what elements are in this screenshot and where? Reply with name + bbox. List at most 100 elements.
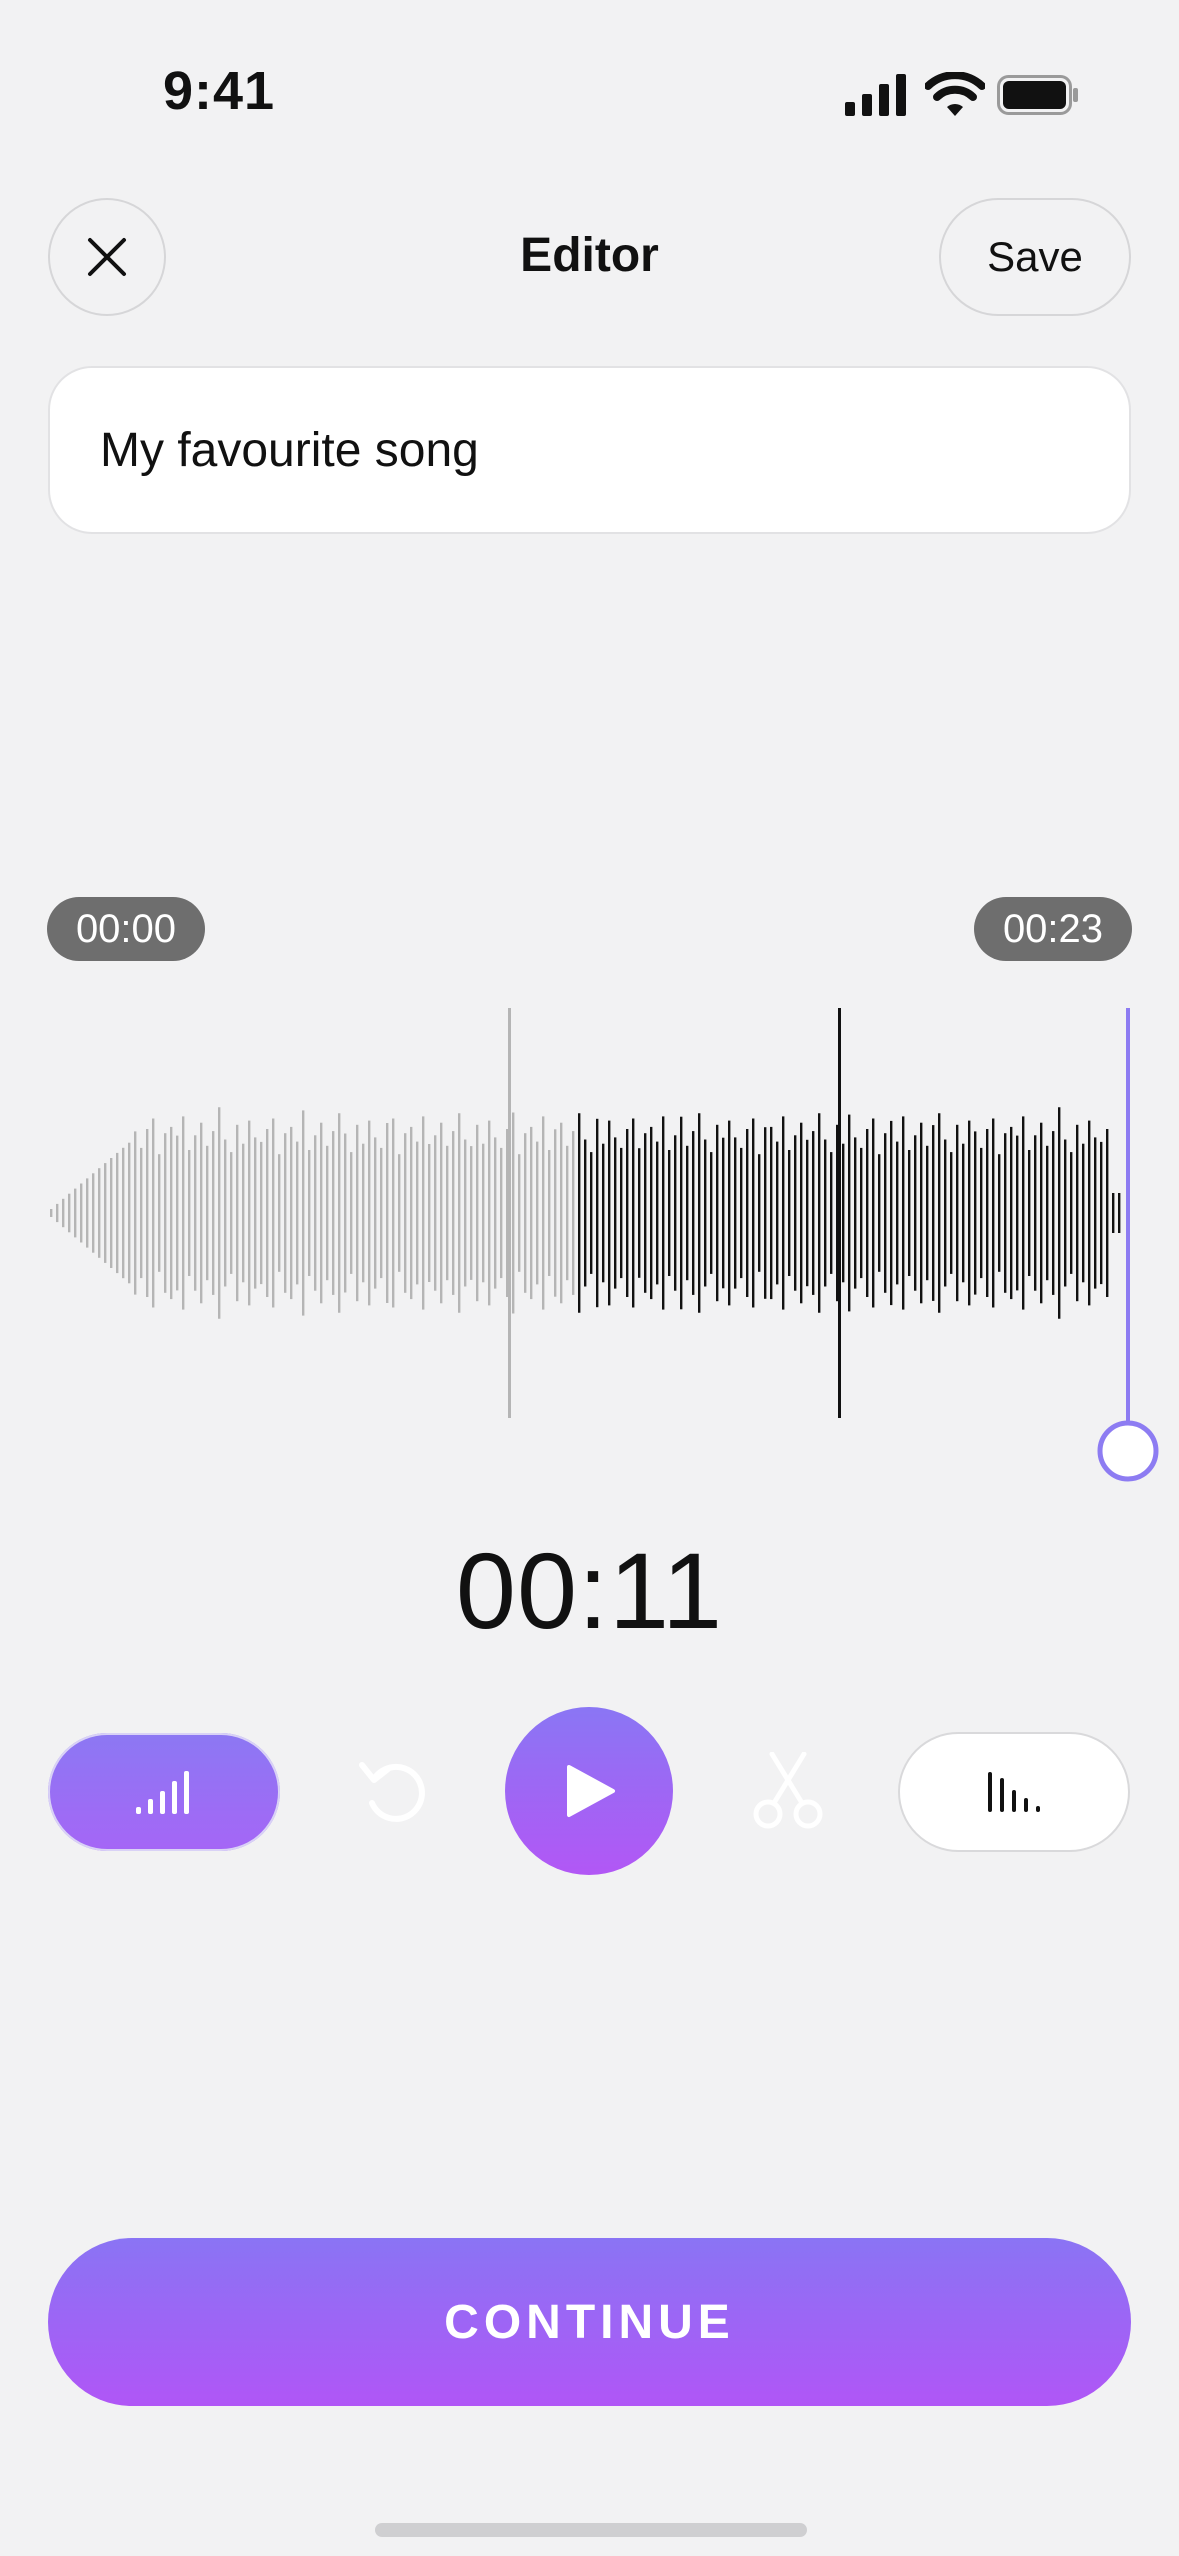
waveform-bar — [62, 1198, 65, 1228]
waveform-bar — [890, 1120, 893, 1306]
recording-name-input[interactable] — [98, 421, 1129, 479]
waveform-bar — [224, 1139, 227, 1287]
waveform-bar — [554, 1129, 557, 1297]
waveform-bar — [578, 1113, 581, 1313]
waveform-bar — [626, 1129, 629, 1297]
scissors-icon[interactable] — [752, 1752, 824, 1830]
waveform-bar — [806, 1139, 809, 1287]
waveform-bar — [116, 1152, 119, 1274]
waveform-bar — [296, 1141, 299, 1285]
waveform-bar — [1106, 1129, 1109, 1297]
waveform-bar — [812, 1131, 815, 1295]
waveform-bar — [710, 1152, 713, 1274]
waveform-bar — [266, 1129, 269, 1297]
battery-icon — [997, 75, 1078, 115]
waveform-bar — [536, 1141, 539, 1285]
waveform-bar — [452, 1131, 455, 1295]
end-time-badge: 00:23 — [974, 897, 1132, 961]
waveform-bar — [194, 1135, 197, 1291]
waveform-bar — [998, 1154, 1001, 1272]
undo-icon[interactable] — [358, 1755, 428, 1829]
waveform-bar — [1100, 1141, 1103, 1285]
waveform-bar — [374, 1137, 377, 1289]
waveform-bar — [590, 1152, 593, 1274]
waveform-bar — [182, 1116, 185, 1310]
waveform-bar — [638, 1148, 641, 1278]
waveform-bar — [728, 1120, 731, 1306]
playhead-handle[interactable] — [1097, 1420, 1159, 1482]
waveform-bar — [188, 1150, 191, 1276]
volume-level-button[interactable] — [48, 1733, 280, 1851]
play-button[interactable] — [505, 1707, 673, 1875]
waveform-bar — [386, 1123, 389, 1303]
waveform-bar — [356, 1124, 359, 1302]
playhead-line[interactable] — [1126, 1008, 1130, 1433]
waveform-bar — [176, 1135, 179, 1291]
waveform-bar — [1070, 1152, 1073, 1274]
waveform-bar — [686, 1145, 689, 1281]
waveform-bar — [1118, 1193, 1121, 1233]
waveform-bar — [368, 1120, 371, 1306]
waveform-bar — [236, 1124, 239, 1302]
waveform-marker — [508, 1008, 511, 1418]
waveform-bar — [620, 1147, 623, 1279]
play-icon — [567, 1765, 615, 1817]
waveform-bar — [326, 1145, 329, 1281]
waveform-bar — [752, 1118, 755, 1308]
waveform-bar — [122, 1147, 125, 1279]
waveform-bar — [1088, 1120, 1091, 1306]
waveform-bar — [962, 1143, 965, 1283]
waveform-bar — [656, 1141, 659, 1285]
waveform-bar — [716, 1124, 719, 1302]
waveform-bar — [1076, 1124, 1079, 1302]
waveform-bar — [896, 1141, 899, 1285]
waveform-bar — [164, 1133, 167, 1293]
waveform-bar — [932, 1125, 935, 1301]
waveform-bar — [248, 1120, 251, 1306]
waveform-bar — [872, 1118, 875, 1308]
waveform-bar — [158, 1154, 161, 1272]
waveform-bar — [1004, 1133, 1007, 1293]
waveform-bar — [650, 1126, 653, 1300]
save-button[interactable]: Save — [939, 198, 1131, 316]
waveform-bar — [86, 1178, 89, 1248]
waveform-bar — [788, 1150, 791, 1276]
waveform-bar — [488, 1120, 491, 1306]
waveform-bar — [206, 1145, 209, 1281]
waveform-bar — [416, 1141, 419, 1285]
waveform-bar — [338, 1113, 341, 1313]
waveform-bar — [494, 1137, 497, 1289]
waveform-bar — [584, 1139, 587, 1287]
waveform-bar — [230, 1152, 233, 1274]
waveform-bar — [1064, 1139, 1067, 1287]
waveform-bar — [260, 1141, 263, 1285]
status-time: 9:41 — [163, 61, 276, 121]
waveform-bar — [758, 1154, 761, 1272]
continue-button[interactable]: CONTINUE — [48, 2238, 1131, 2406]
waveform-bar — [1082, 1143, 1085, 1283]
waveform-bar — [566, 1145, 569, 1281]
waveform-bar — [68, 1193, 71, 1233]
recording-name-field-container — [48, 366, 1131, 534]
waveform-bar — [776, 1141, 779, 1285]
waveform-bar — [218, 1107, 221, 1319]
waveform-bar — [524, 1133, 527, 1293]
waveform-bar — [1040, 1122, 1043, 1304]
waveform-view-button[interactable] — [898, 1732, 1130, 1852]
home-indicator — [375, 2523, 807, 2537]
waveform-bar — [608, 1120, 611, 1306]
waveform-bar — [938, 1113, 941, 1313]
waveform-bar — [512, 1112, 515, 1314]
waveform-bar — [770, 1126, 773, 1300]
waveform-bar — [98, 1168, 101, 1258]
waveform-bar — [1022, 1116, 1025, 1310]
audio-waveform[interactable] — [0, 1000, 1179, 1500]
waveform-icon — [988, 1772, 1040, 1812]
waveform-bar — [344, 1133, 347, 1293]
waveform-bar — [254, 1137, 257, 1289]
waveform-bar — [668, 1150, 671, 1276]
waveform-bar — [614, 1137, 617, 1289]
waveform-bar — [140, 1147, 143, 1279]
waveform-bar — [50, 1209, 53, 1217]
waveform-bar — [698, 1113, 701, 1313]
